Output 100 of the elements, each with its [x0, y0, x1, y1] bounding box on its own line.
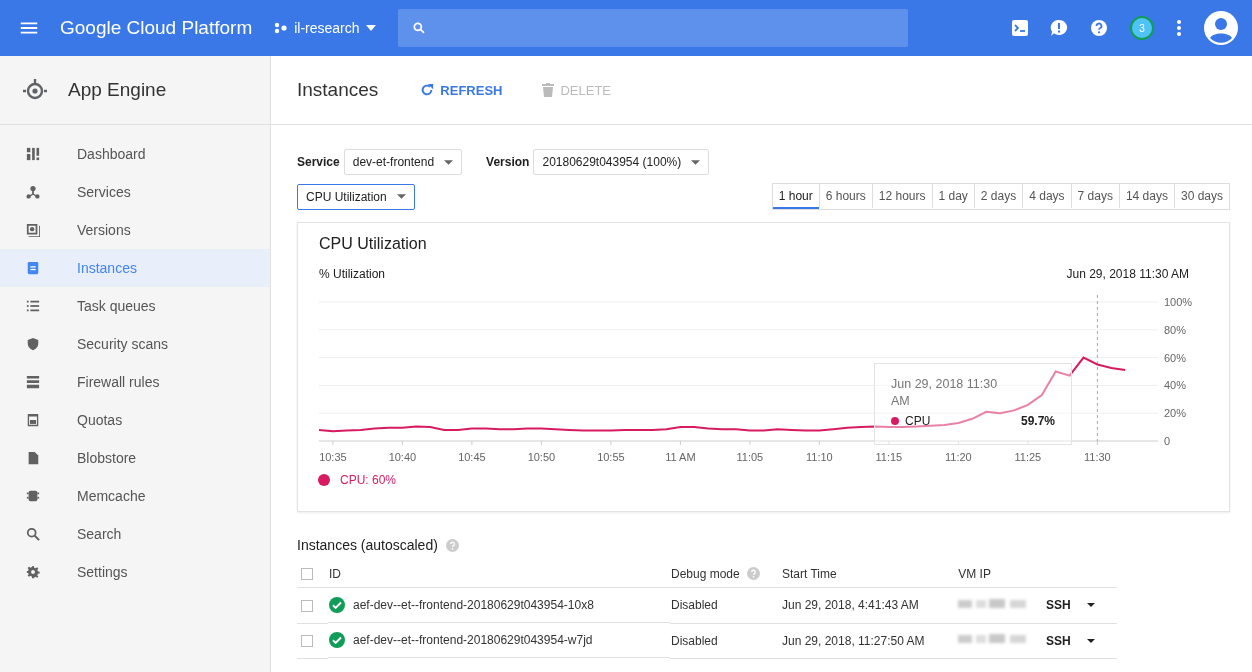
terminal-icon[interactable]: [1012, 20, 1028, 36]
legend-dot: [318, 474, 330, 486]
app-title[interactable]: Google Cloud Platform: [60, 17, 253, 39]
sidebar-item[interactable]: Firewall rules: [0, 363, 270, 401]
redacted-text: [958, 633, 1029, 645]
sidebar-item[interactable]: Task queues: [0, 287, 270, 325]
trash-icon: [542, 83, 555, 97]
service-dropdown[interactable]: dev-et-frontend: [343, 149, 463, 175]
more-icon[interactable]: [1176, 19, 1182, 37]
sidebar-item[interactable]: Blobstore: [0, 439, 270, 477]
chart-title: CPU Utilization: [318, 235, 428, 253]
version-dropdown[interactable]: 20180629t043954 (100%): [533, 149, 710, 175]
caret-icon: [396, 194, 406, 199]
dots-icon: [274, 22, 289, 34]
y-tick-label: 20%: [1164, 407, 1187, 420]
instance-id: aef-dev--et--frontend-20180629t043954-10x8: [353, 598, 594, 612]
y-tick-label: 0: [1164, 435, 1171, 447]
list-icon: [26, 299, 40, 313]
y-tick-label: 100%: [1164, 296, 1193, 308]
version-label: Version: [486, 155, 530, 169]
x-tick-label: 10:55: [597, 451, 625, 463]
file-icon: [26, 451, 40, 465]
refresh-button[interactable]: REFRESH: [420, 82, 503, 98]
tooltip-time: Jun 29, 2018 11:30 AM: [891, 376, 999, 410]
x-tick-label: 11:05: [736, 451, 764, 463]
check-circle-icon: [329, 597, 345, 613]
row-checkbox[interactable]: [301, 600, 313, 613]
chart-timestamp: Jun 29, 2018 11:30 AM: [1066, 267, 1189, 281]
time-range-tab[interactable]: 30 days: [1173, 184, 1229, 209]
x-tick-label: 10:50: [527, 451, 556, 463]
time-range-tab[interactable]: 1 hour: [772, 184, 819, 209]
column-header: Debug mode: [671, 566, 740, 581]
caret-icon: [444, 159, 454, 165]
tooltip-series: CPU: [905, 413, 931, 428]
y-tick-label: 80%: [1164, 323, 1187, 336]
check-circle-icon: [329, 632, 345, 648]
y-tick-label: 60%: [1164, 351, 1187, 364]
instance-id: aef-dev--et--frontend-20180629t043954-w7jd: [353, 633, 593, 647]
time-range-tab[interactable]: 1 day: [931, 184, 974, 209]
caret-icon: [691, 159, 701, 165]
time-range-tab[interactable]: 2 days: [973, 184, 1023, 209]
feedback-icon[interactable]: [1050, 19, 1068, 37]
x-tick-label: 11:10: [806, 451, 833, 463]
table-cell: Jun 29, 2018, 4:41:43 AM: [782, 598, 919, 613]
sidebar-item[interactable]: Search: [0, 515, 270, 553]
time-range-tab[interactable]: 7 days: [1070, 184, 1119, 209]
caret-icon: [365, 25, 376, 31]
time-range-tab[interactable]: 6 hours: [818, 184, 872, 209]
avatar-icon[interactable]: [1204, 11, 1238, 45]
redacted-text: [958, 597, 1029, 610]
x-tick-label: 10:35: [319, 451, 347, 463]
sidebar-item[interactable]: Services: [0, 173, 270, 211]
page-title: Instances: [297, 79, 379, 101]
row-checkbox[interactable]: [301, 635, 313, 648]
service-label: Service: [297, 155, 340, 169]
settings-icon: [26, 565, 40, 579]
sidebar-item[interactable]: Versions: [0, 211, 270, 249]
x-tick-label: 11 AM: [665, 451, 696, 463]
select-all-checkbox[interactable]: [301, 567, 313, 580]
x-tick-label: 11:25: [1014, 451, 1042, 463]
ssh-button[interactable]: SSH: [1046, 633, 1095, 648]
hierarchy-icon: [26, 185, 40, 199]
table-cell: Disabled: [671, 598, 718, 613]
sidebar-item[interactable]: Settings: [0, 553, 270, 591]
dashboard-icon: [26, 147, 40, 161]
document-icon: [26, 261, 40, 275]
search-icon: [26, 527, 40, 541]
caret-icon: [1086, 638, 1095, 643]
x-tick-label: 10:45: [458, 451, 486, 463]
time-range-tab[interactable]: 4 days: [1022, 184, 1071, 209]
search-field[interactable]: [397, 9, 908, 47]
x-tick-label: 10:40: [388, 451, 417, 463]
shield-icon: [26, 337, 40, 351]
help-icon[interactable]: [1090, 19, 1108, 37]
table-cell: Jun 29, 2018, 11:27:50 AM: [782, 633, 925, 648]
sidebar-item[interactable]: Dashboard: [0, 135, 270, 173]
time-range-tab[interactable]: 12 hours: [871, 184, 932, 209]
column-header: Start Time: [782, 566, 837, 581]
chip-icon: [26, 489, 40, 503]
project-selector[interactable]: il-research: [274, 20, 376, 36]
table-cell: Disabled: [671, 633, 718, 648]
sidebar-item[interactable]: Quotas: [0, 401, 270, 439]
tooltip-value: 59.7%: [1020, 413, 1055, 428]
column-header: VM IP: [958, 566, 991, 581]
y-tick-label: 40%: [1164, 379, 1187, 392]
sidebar-item[interactable]: Security scans: [0, 325, 270, 363]
legend-label: CPU: 60%: [340, 473, 397, 487]
sidebar-item[interactable]: Memcache: [0, 477, 270, 515]
x-tick-label: 11:15: [875, 451, 903, 463]
axis-label: % Utilization: [319, 267, 386, 281]
x-tick-label: 11:20: [945, 451, 972, 463]
caret-icon: [1086, 603, 1095, 608]
ssh-button[interactable]: SSH: [1046, 598, 1095, 613]
product-title: App Engine: [68, 79, 167, 101]
search-icon: [411, 21, 426, 35]
metric-dropdown[interactable]: CPU Utilization: [297, 183, 415, 210]
column-header: ID: [329, 566, 341, 581]
time-range-tab[interactable]: 14 days: [1118, 184, 1174, 209]
section-title: Instances (autoscaled): [297, 537, 438, 553]
x-tick-label: 11:30: [1084, 451, 1111, 463]
